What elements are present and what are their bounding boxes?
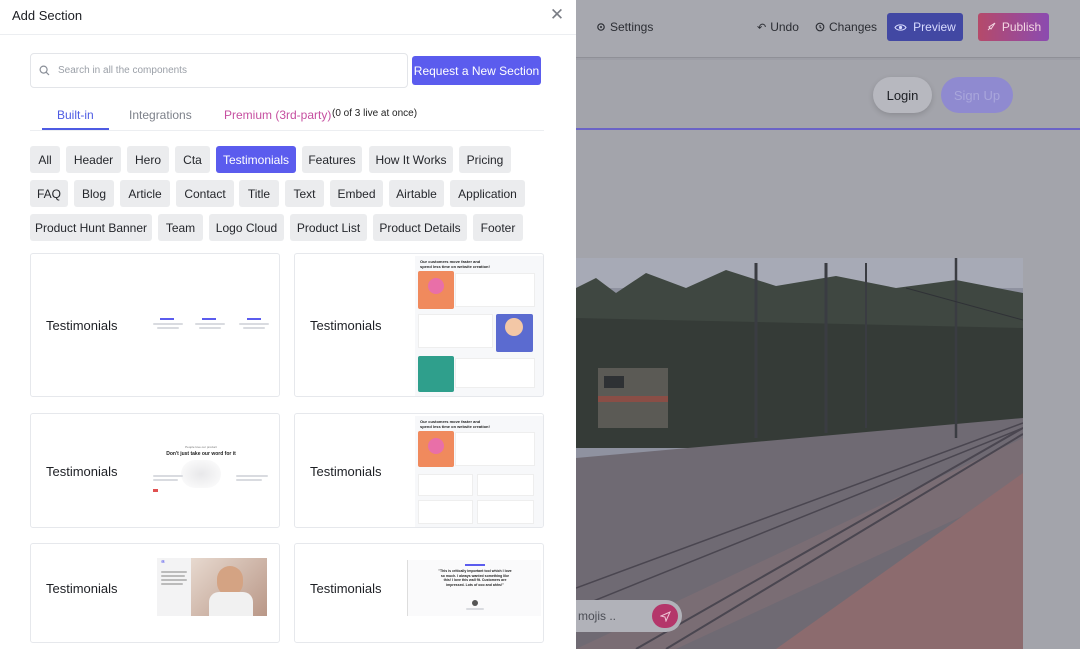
- card-label: Testimonials: [46, 581, 118, 596]
- add-section-panel: Add Section ✕ Request a New Section Buil…: [0, 0, 576, 649]
- changes-button[interactable]: Changes: [815, 20, 877, 34]
- rocket-icon: [987, 22, 996, 31]
- chip-title[interactable]: Title: [239, 180, 279, 207]
- tab-built-in[interactable]: Built-in: [57, 108, 94, 122]
- chip-article[interactable]: Article: [120, 180, 170, 207]
- chat-placeholder: mojis ..: [578, 609, 617, 623]
- chip-header[interactable]: Header: [66, 146, 121, 173]
- railway-photo: [576, 258, 1023, 649]
- chip-footer[interactable]: Footer: [473, 214, 523, 241]
- chip-faq[interactable]: FAQ: [30, 180, 68, 207]
- chip-product-hunt-banner[interactable]: Product Hunt Banner: [30, 214, 152, 241]
- settings-label: Settings: [610, 20, 654, 34]
- card-thumbnail: [149, 309, 274, 339]
- card-label: Testimonials: [46, 464, 118, 479]
- section-card[interactable]: Testimonials “: [30, 543, 280, 643]
- chip-product-details[interactable]: Product Details: [373, 214, 467, 241]
- chip-product-list[interactable]: Product List: [290, 214, 367, 241]
- premium-note: (0 of 3 live at once): [332, 108, 418, 119]
- chip-application[interactable]: Application: [450, 180, 525, 207]
- chip-airtable[interactable]: Airtable: [389, 180, 444, 207]
- chat-input[interactable]: mojis ..: [576, 600, 682, 632]
- thumb-heading: Don't just take our word for it: [166, 451, 236, 457]
- settings-menu[interactable]: Settings: [596, 20, 653, 34]
- close-icon[interactable]: ✕: [549, 6, 565, 24]
- chip-embed[interactable]: Embed: [330, 180, 383, 207]
- quote-icon: “: [161, 559, 165, 568]
- tab-bar: Built-in Integrations Premium (3rd-party…: [30, 100, 544, 131]
- chip-all[interactable]: All: [30, 146, 60, 173]
- section-card[interactable]: Testimonials People love our product Don…: [30, 413, 280, 528]
- changes-label: Changes: [829, 20, 878, 34]
- search-field[interactable]: [30, 53, 408, 88]
- section-card[interactable]: Testimonials Our customers move faster a…: [294, 413, 544, 528]
- publish-label: Publish: [1001, 20, 1042, 34]
- login-button[interactable]: Login: [873, 77, 932, 113]
- search-icon: [39, 65, 50, 76]
- undo-button[interactable]: ↶ Undo: [757, 20, 799, 34]
- tab-integrations[interactable]: Integrations: [129, 108, 192, 122]
- card-thumbnail: People love our product Don't just take …: [151, 442, 276, 502]
- card-label: Testimonials: [310, 581, 382, 596]
- request-section-button[interactable]: Request a New Section: [412, 56, 541, 85]
- send-button[interactable]: [652, 604, 678, 628]
- card-thumbnail: "This is critically important tool which…: [407, 560, 541, 616]
- card-label: Testimonials: [310, 318, 382, 333]
- card-label: Testimonials: [310, 464, 382, 479]
- signup-label: Sign Up: [953, 87, 1001, 103]
- login-label: Login: [886, 87, 919, 103]
- chip-contact[interactable]: Contact: [176, 180, 234, 207]
- thumb-quote: "This is critically important tool which…: [438, 569, 512, 587]
- chip-text[interactable]: Text: [285, 180, 324, 207]
- chip-how-it-works[interactable]: How It Works: [369, 146, 453, 173]
- eye-icon: [894, 23, 907, 31]
- chip-testimonials[interactable]: Testimonials: [216, 146, 296, 173]
- card-label: Testimonials: [46, 318, 118, 333]
- thumb-heading: Our customers move faster and spend less…: [420, 259, 490, 269]
- hero-photo: [576, 258, 1023, 649]
- section-card[interactable]: Testimonials: [30, 253, 280, 397]
- history-icon: [815, 22, 825, 32]
- panel-title: Add Section: [12, 8, 83, 23]
- chip-features[interactable]: Features: [302, 146, 362, 173]
- card-thumbnail: “: [157, 558, 267, 616]
- card-thumbnail: Our customers move faster and spend less…: [415, 256, 543, 396]
- chip-logo-cloud[interactable]: Logo Cloud: [209, 214, 284, 241]
- publish-button[interactable]: Publish: [978, 13, 1049, 41]
- search-input[interactable]: [58, 65, 388, 76]
- thumb-heading: Our customers move faster and spend less…: [420, 419, 490, 429]
- active-tab-indicator: [42, 128, 109, 130]
- chip-cta[interactable]: Cta: [175, 146, 210, 173]
- chip-blog[interactable]: Blog: [74, 180, 114, 207]
- header-divider: [0, 34, 576, 35]
- preview-label: Preview: [913, 20, 956, 34]
- settings-icon: [597, 23, 605, 31]
- chip-pricing[interactable]: Pricing: [459, 146, 511, 173]
- section-card[interactable]: Testimonials Our customers move faster a…: [294, 253, 544, 397]
- thumb-kicker: People love our product: [185, 445, 217, 449]
- chip-hero[interactable]: Hero: [127, 146, 169, 173]
- chip-team[interactable]: Team: [158, 214, 203, 241]
- tab-premium[interactable]: Premium (3rd-party): [224, 108, 331, 122]
- undo-icon: ↶: [757, 21, 767, 34]
- undo-label: Undo: [770, 20, 799, 34]
- send-icon: [659, 610, 671, 622]
- section-card[interactable]: Testimonials "This is critically importa…: [294, 543, 544, 643]
- card-thumbnail: Our customers move faster and spend less…: [415, 416, 543, 527]
- preview-button[interactable]: Preview: [887, 13, 963, 41]
- signup-button[interactable]: Sign Up: [941, 77, 1013, 113]
